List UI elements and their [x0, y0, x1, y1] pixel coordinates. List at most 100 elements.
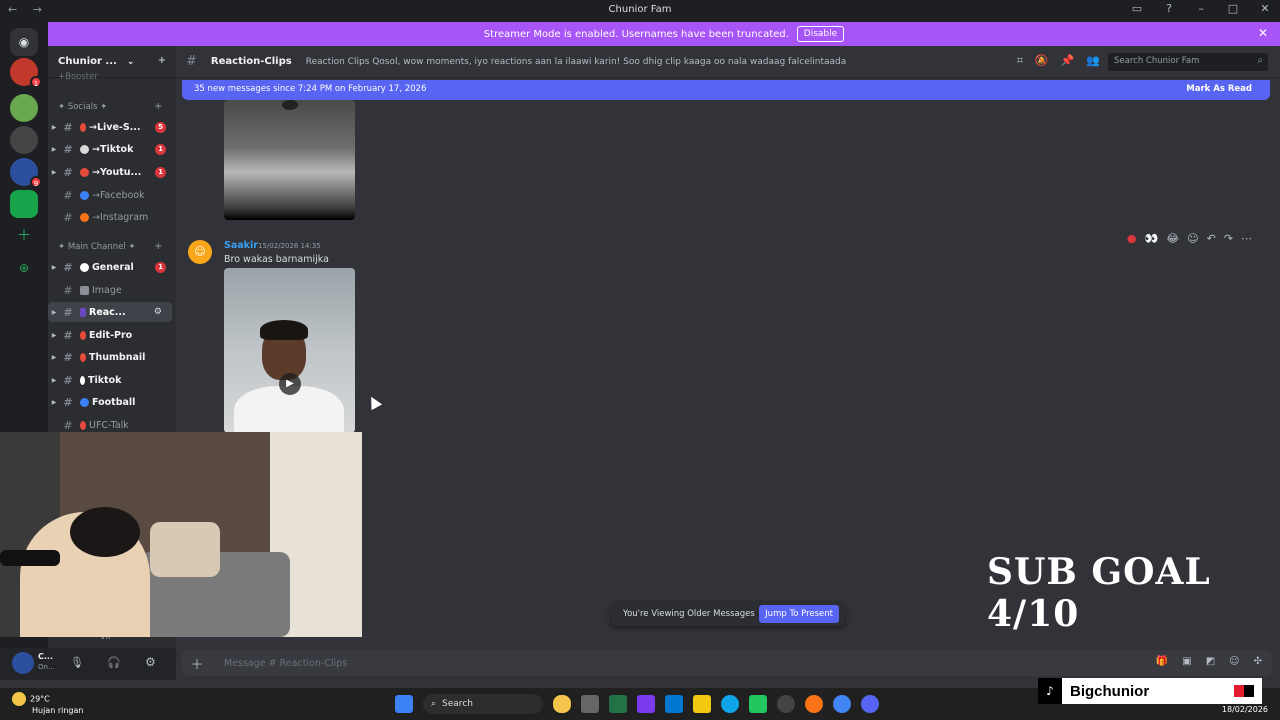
edge-icon[interactable] — [721, 695, 739, 713]
emoji-icon[interactable]: ☺ — [1229, 656, 1239, 667]
avatar[interactable]: ☺ — [188, 240, 212, 264]
maximize-icon[interactable]: □ — [1226, 2, 1240, 15]
help-icon[interactable]: ? — [1162, 2, 1176, 15]
sub-goal-overlay: SUB GOAL 4/10 — [987, 551, 1211, 635]
server-icon[interactable] — [10, 190, 38, 218]
sticker-icon[interactable]: ◩ — [1206, 656, 1215, 667]
close-window-icon[interactable]: ✕ — [1258, 2, 1272, 15]
video-attachment[interactable] — [224, 100, 355, 220]
members-icon[interactable]: 👥 — [1086, 54, 1100, 68]
glove-icon — [80, 420, 86, 430]
server-icon[interactable] — [10, 94, 38, 122]
obs-icon[interactable] — [777, 695, 795, 713]
search-input[interactable]: Search Chunior Fam ⌕ — [1108, 53, 1268, 71]
add-reaction-icon[interactable]: ☺ — [1187, 232, 1198, 245]
discover-icon[interactable]: ⊕ — [10, 254, 38, 282]
eyes-icon[interactable]: 👀 — [1145, 232, 1159, 245]
play-icon[interactable] — [282, 100, 298, 110]
forward-icon[interactable]: ↷ — [1224, 232, 1233, 245]
video-attachment[interactable]: ▶ — [224, 268, 355, 433]
reply-icon[interactable]: ↶ — [1207, 232, 1216, 245]
add-server-icon[interactable]: ＋ — [10, 222, 38, 250]
firefox-icon[interactable] — [805, 695, 823, 713]
message-input[interactable]: Message # Reaction-Clips — [224, 658, 347, 669]
minimize-icon[interactable]: – — [1194, 2, 1208, 15]
server-icon[interactable]: 1 — [10, 58, 42, 88]
add-channel-icon[interactable]: + — [154, 101, 162, 112]
channel-label: →Tiktok — [92, 143, 134, 155]
taskbar-apps: ⌕ Search — [395, 694, 879, 714]
server-icon[interactable]: 9 — [10, 158, 42, 188]
start-icon[interactable] — [395, 695, 413, 713]
more-icon[interactable]: ⋯ — [1241, 232, 1252, 245]
image-icon — [80, 285, 89, 295]
mark-as-read-button[interactable]: Mark As Read — [1186, 84, 1252, 94]
channel-item[interactable]: ▶ # Tiktok — [48, 370, 172, 390]
disable-button[interactable]: Disable — [796, 26, 845, 42]
new-messages-bar[interactable]: 35 new messages since 7:24 PM on Februar… — [182, 80, 1270, 100]
apps-icon[interactable]: ✣ — [1254, 656, 1262, 667]
caret-icon: ▶ — [51, 353, 57, 361]
discord-icon[interactable] — [861, 695, 879, 713]
task-view-icon[interactable] — [581, 695, 599, 713]
inbox-icon[interactable]: ▭ — [1130, 2, 1144, 15]
message-author[interactable]: Saakir — [224, 240, 258, 251]
laugh-icon[interactable]: 😂 — [1166, 232, 1179, 245]
channel-item[interactable]: ▶ # Thumbnail — [48, 347, 172, 367]
gift-icon[interactable]: 🎁 — [1156, 656, 1168, 667]
football-icon — [80, 397, 89, 407]
pencil-icon — [80, 330, 86, 340]
webcam-overlay — [0, 432, 362, 637]
add-channel-icon[interactable]: + — [154, 241, 162, 252]
channel-item[interactable]: ▶ # Edit-Pro — [48, 325, 172, 345]
settings-gear-icon[interactable]: ⚙ — [154, 307, 162, 317]
app-icon[interactable] — [637, 695, 655, 713]
category-label: ✦ Main Channel ✦ — [58, 242, 136, 252]
add-attachment-icon[interactable]: ＋ — [182, 654, 212, 673]
threads-icon[interactable]: ⌗ — [1017, 54, 1023, 68]
explorer-icon[interactable] — [693, 695, 711, 713]
tiktok-username: Bigchunior — [1070, 682, 1150, 700]
mute-icon[interactable]: 🔕 — [1035, 54, 1049, 68]
store-icon[interactable] — [665, 695, 683, 713]
tiktok-overlay: ♪ Bigchunior — [1038, 678, 1262, 704]
app-icon[interactable] — [749, 695, 767, 713]
weather-widget[interactable]: 29°C Hujan ringan — [12, 692, 83, 715]
add-user-icon[interactable]: + — [158, 55, 166, 66]
window-title: Chunior Fam — [608, 4, 672, 15]
channel-item[interactable]: ▶ # →Live-S... 5 — [48, 117, 172, 137]
gif-icon[interactable]: ▣ — [1182, 656, 1191, 667]
pin-icon[interactable]: 📌 — [1061, 54, 1075, 68]
composer-tools: 🎁 ▣ ◩ ☺ ✣ — [1156, 656, 1262, 667]
user-settings-icon[interactable]: ⚙ — [145, 655, 156, 669]
taskbar-search[interactable]: ⌕ Search — [423, 694, 543, 714]
channel-item-active[interactable]: ▶ # Reac... ⚙ — [48, 302, 172, 322]
channel-item[interactable]: ▶ # General 1 — [48, 257, 172, 277]
chrome-icon[interactable] — [833, 695, 851, 713]
channel-topic[interactable]: Reaction Clips Qosol, wow moments, iyo r… — [306, 57, 847, 67]
microphone-icon[interactable]: 🎙 — [70, 656, 84, 669]
discord-home-icon[interactable]: ◉ — [10, 28, 38, 56]
hash-icon: # — [63, 418, 73, 432]
headphones-icon[interactable]: 🎧 — [107, 656, 121, 669]
reaction-icon[interactable]: ● — [1127, 232, 1137, 245]
category-main-channel[interactable]: ✦ Main Channel ✦ + — [58, 241, 162, 252]
channel-item[interactable]: ▶ # →Tiktok 1 — [48, 139, 172, 159]
channel-item[interactable]: # →Facebook — [48, 185, 172, 205]
title-bar: ← → Chunior Fam ▭ ? – □ ✕ — [0, 0, 1280, 22]
streamer-mode-banner: Streamer Mode is enabled. Usernames have… — [48, 22, 1280, 46]
message-composer[interactable]: ＋ Message # Reaction-Clips 🎁 ▣ ◩ ☺ ✣ — [182, 650, 1272, 676]
channel-item[interactable]: # Image — [48, 280, 172, 300]
channel-item[interactable]: ▶ # →Youtu... 1 — [48, 162, 172, 182]
avatar[interactable] — [12, 652, 34, 674]
jump-to-present-button[interactable]: Jump To Present — [759, 605, 839, 623]
category-socials[interactable]: ✦ Socials ✦ + — [58, 101, 162, 112]
channel-item[interactable]: # →Instagram — [48, 207, 172, 227]
channel-item[interactable]: ▶ # Football — [48, 392, 172, 412]
widget-icon[interactable] — [553, 695, 571, 713]
play-icon[interactable]: ▶ — [279, 373, 301, 395]
excel-icon[interactable] — [609, 695, 627, 713]
hash-icon: # — [186, 54, 197, 69]
close-icon[interactable]: ✕ — [1258, 26, 1268, 40]
server-icon[interactable] — [10, 126, 38, 154]
